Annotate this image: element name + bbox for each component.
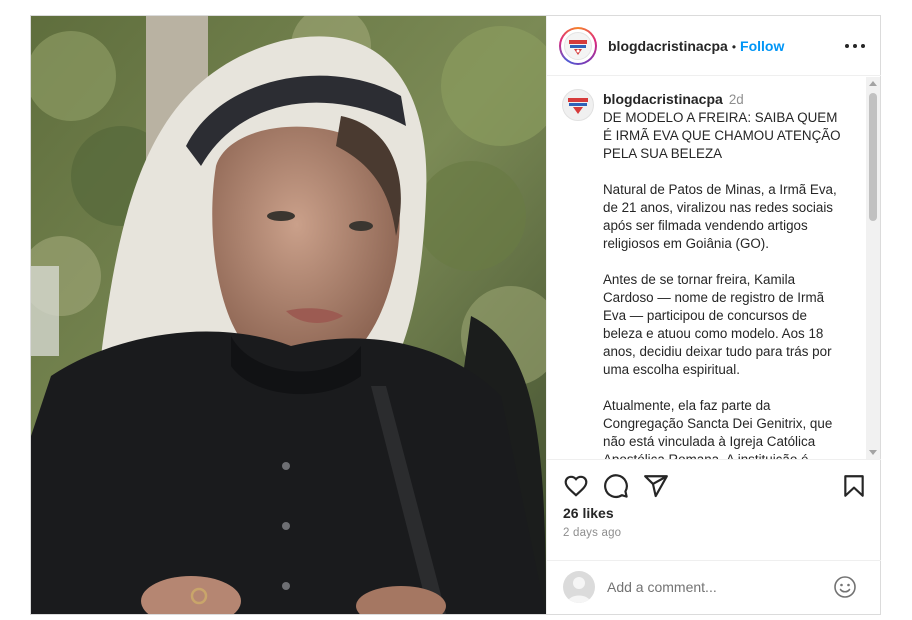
post-side-panel: blogdacristinacpa • Follow blogdacristinac… bbox=[546, 16, 881, 614]
author-avatar[interactable] bbox=[559, 27, 597, 65]
send-icon[interactable] bbox=[643, 473, 669, 499]
header-user-line: blogdacristinacpa • Follow bbox=[608, 38, 784, 54]
post-image[interactable] bbox=[31, 16, 546, 614]
post-caption: blogdacristinacpa 2d DE MODELO A FREIRA: S… bbox=[603, 90, 843, 459]
caption-scrollbar[interactable] bbox=[866, 77, 880, 459]
more-options-icon[interactable] bbox=[843, 36, 867, 56]
caption-author-avatar[interactable] bbox=[562, 89, 594, 121]
caption-paragraph: Natural de Patos de Minas, a Irmã Eva, d… bbox=[603, 182, 837, 251]
caption-paragraph: DE MODELO A FREIRA: SAIBA QUEM É IRMÃ EV… bbox=[603, 110, 841, 161]
follow-button[interactable]: Follow bbox=[740, 38, 784, 54]
author-username[interactable]: blogdacristinacpa bbox=[608, 38, 728, 54]
separator-dot: • bbox=[731, 40, 737, 54]
heart-icon[interactable] bbox=[563, 473, 589, 499]
comment-bar bbox=[547, 560, 881, 614]
caption-paragraph: Atualmente, ela faz parte da Congregação… bbox=[603, 398, 833, 459]
comment-input[interactable] bbox=[607, 577, 827, 597]
bookmark-icon[interactable] bbox=[841, 473, 867, 499]
scroll-up-icon[interactable] bbox=[869, 81, 877, 86]
scroll-down-icon[interactable] bbox=[869, 450, 877, 455]
blog-logo-icon bbox=[564, 32, 592, 60]
post-timestamp[interactable]: 2 days ago bbox=[563, 527, 621, 539]
caption-username[interactable]: blogdacristinacpa bbox=[603, 91, 723, 107]
scrollbar-thumb[interactable] bbox=[869, 93, 877, 221]
photo-illustration bbox=[31, 16, 546, 614]
likes-count[interactable]: 26 likes bbox=[563, 505, 614, 521]
post-header: blogdacristinacpa • Follow bbox=[547, 16, 881, 76]
user-avatar bbox=[563, 571, 595, 603]
comment-icon[interactable] bbox=[603, 473, 629, 499]
caption-scroll-area[interactable]: blogdacristinacpa 2d DE MODELO A FREIRA: S… bbox=[547, 77, 881, 459]
caption-paragraph: Antes de se tornar freira, Kamila Cardos… bbox=[603, 272, 832, 377]
post-card: blogdacristinacpa • Follow blogdacristinac… bbox=[30, 15, 881, 615]
emoji-icon[interactable] bbox=[833, 575, 857, 599]
caption-time[interactable]: 2d bbox=[729, 92, 744, 107]
